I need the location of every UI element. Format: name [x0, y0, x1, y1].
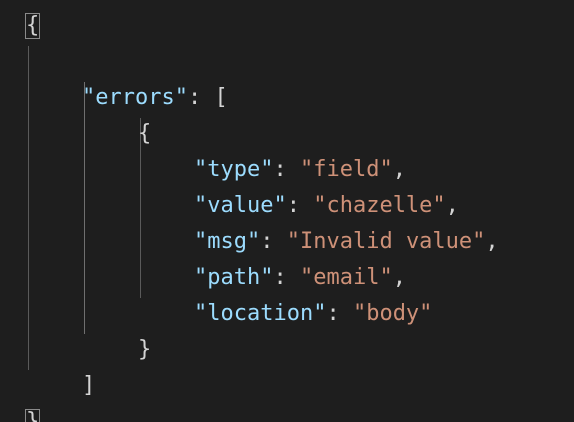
json-string-value: "chazelle": [313, 193, 446, 218]
json-punctuation: ,: [392, 157, 406, 182]
json-string-value: "email": [299, 265, 393, 290]
indent-guide-level-0: [28, 46, 29, 370]
json-punctuation: {: [25, 13, 41, 39]
json-key: "value": [194, 193, 287, 218]
code-line[interactable]: "path": "email",: [194, 260, 406, 296]
code-editor[interactable]: {"errors": [{"type": "field", "value": "c…: [0, 0, 574, 422]
json-key: "path": [194, 265, 274, 290]
json-punctuation: }: [25, 409, 41, 422]
code-line[interactable]: "errors": [: [82, 80, 228, 116]
json-string-value: "field": [299, 157, 393, 182]
code-line[interactable]: "type": "field",: [194, 152, 406, 188]
code-line[interactable]: }: [138, 332, 151, 368]
json-key: "location": [194, 301, 327, 326]
indent-guide-level-1: [84, 82, 85, 334]
json-punctuation: ,: [392, 265, 406, 290]
code-line[interactable]: "location": "body": [194, 296, 432, 332]
code-line[interactable]: "value": "chazelle",: [194, 188, 459, 224]
json-string-value: "Invalid value": [286, 229, 486, 254]
json-string-value: "body": [352, 301, 433, 326]
json-key: "msg": [194, 229, 261, 254]
json-punctuation: :: [326, 301, 353, 326]
json-punctuation: :: [273, 265, 300, 290]
code-line[interactable]: "msg": "Invalid value",: [194, 224, 499, 260]
code-line[interactable]: {: [138, 116, 151, 152]
json-key: "type": [194, 157, 274, 182]
json-punctuation: }: [138, 337, 152, 362]
json-punctuation: {: [138, 121, 152, 146]
json-punctuation: :: [286, 193, 314, 218]
json-key: "errors": [82, 85, 188, 110]
json-punctuation: :: [273, 157, 300, 182]
json-punctuation: ,: [445, 193, 459, 218]
json-punctuation: ]: [82, 373, 96, 398]
json-punctuation: : [: [187, 85, 228, 110]
json-punctuation: ,: [485, 229, 499, 254]
code-line[interactable]: }: [25, 404, 41, 422]
code-line[interactable]: {: [25, 8, 41, 44]
code-line[interactable]: ]: [82, 368, 95, 404]
json-punctuation: :: [260, 229, 287, 254]
